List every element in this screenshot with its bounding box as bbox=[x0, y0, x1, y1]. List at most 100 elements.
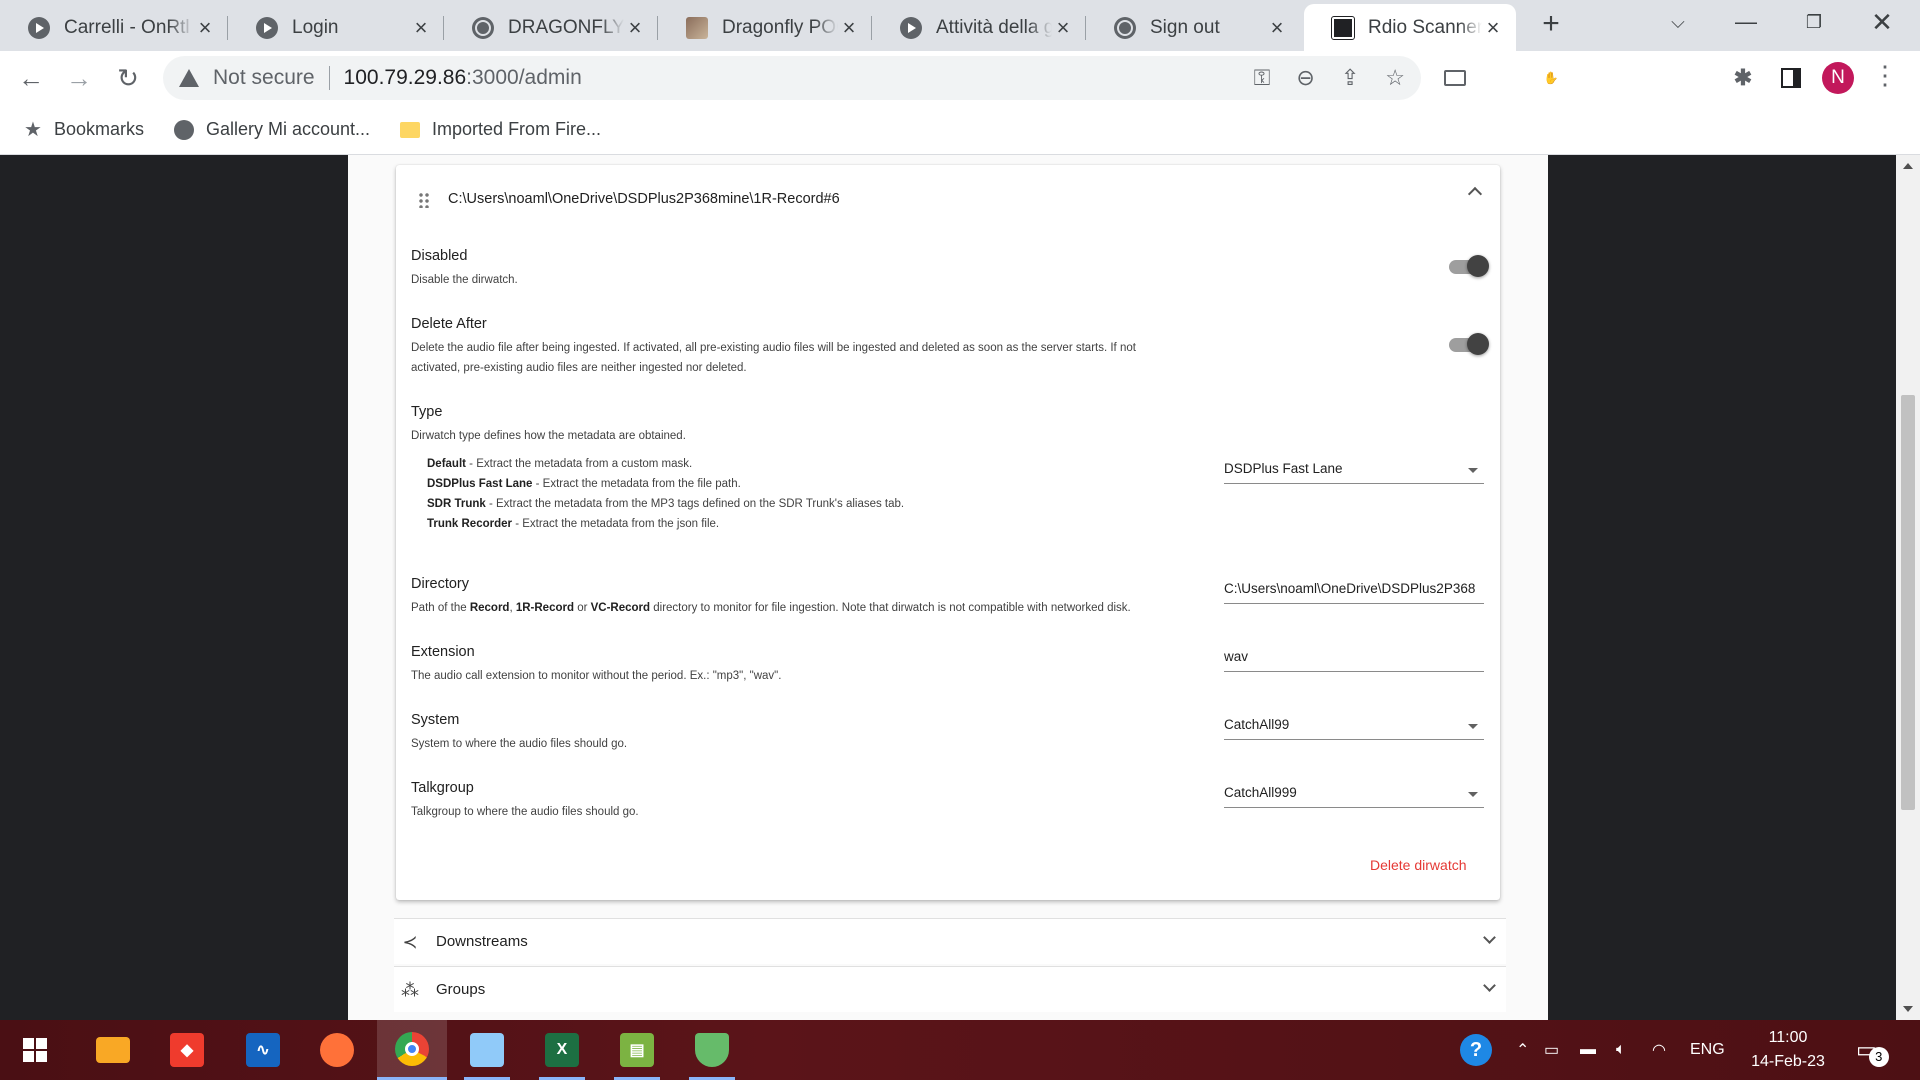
system-select-value: CatchAll99 bbox=[1224, 717, 1290, 732]
tab-attivita[interactable]: Attività della gi × bbox=[872, 4, 1086, 51]
zoom-icon[interactable]: ⊖ bbox=[1296, 65, 1314, 91]
disabled-toggle[interactable] bbox=[1449, 255, 1489, 277]
bookmarks-bar: ★ Bookmarks Gallery Mi account... Import… bbox=[0, 105, 1920, 155]
type-label: Type bbox=[411, 404, 443, 420]
tab-rdio-scanner[interactable]: Rdio Scanner × bbox=[1304, 4, 1516, 51]
close-icon[interactable]: × bbox=[1052, 15, 1074, 41]
help-icon[interactable]: ? bbox=[1460, 1020, 1492, 1080]
restore-icon[interactable]: ❐ bbox=[1780, 0, 1848, 44]
tab-title: Sign out bbox=[1150, 16, 1220, 38]
groups-section[interactable]: ⁂ Groups bbox=[394, 966, 1506, 1012]
volume-icon[interactable]: 🔈︎ bbox=[1616, 1020, 1626, 1080]
new-tab-button[interactable]: + bbox=[1535, 8, 1567, 40]
tab-title: Attività della gi bbox=[936, 16, 1052, 38]
battery-icon[interactable]: ▬ bbox=[1580, 1020, 1596, 1080]
toggle-knob bbox=[1467, 333, 1489, 355]
forward-arrow-icon[interactable]: → bbox=[62, 61, 96, 95]
close-icon[interactable]: × bbox=[1482, 15, 1504, 41]
wifi-icon[interactable]: ◠ bbox=[1652, 1020, 1666, 1080]
directory-desc-b: directory to monitor for file ingestion.… bbox=[650, 602, 1131, 614]
dirwatch-header[interactable]: C:\Users\noaml\OneDrive\DSDPlus2P368mine… bbox=[396, 165, 1500, 229]
extensions-puzzle-icon[interactable]: ✱ bbox=[1728, 63, 1758, 93]
close-icon[interactable]: × bbox=[410, 15, 432, 41]
tab-carrelli[interactable]: Carrelli - OnRtl × bbox=[0, 4, 228, 51]
directory-input-value: C:\Users\noaml\OneDrive\DSDPlus2P368 bbox=[1224, 581, 1476, 596]
share-icon[interactable]: ⇪ bbox=[1341, 65, 1359, 91]
extension-input-value: wav bbox=[1224, 649, 1249, 664]
bookmark-imported[interactable]: Imported From Fire... bbox=[400, 119, 601, 140]
bookmark-gallery[interactable]: Gallery Mi account... bbox=[173, 119, 370, 140]
type-desc: Dirwatch type defines how the metadata a… bbox=[411, 430, 686, 442]
star-icon: ★ bbox=[24, 119, 42, 141]
key-icon[interactable]: ⚿ bbox=[1254, 65, 1271, 91]
back-arrow-icon[interactable]: ← bbox=[14, 61, 48, 95]
file-explorer-icon[interactable] bbox=[78, 1020, 148, 1080]
address-bar[interactable]: Not secure 100.79.29.86:3000/admin ⚿ ⊖ ⇪… bbox=[163, 56, 1421, 100]
tray-chevron-icon[interactable]: ⌃ bbox=[1516, 1020, 1529, 1080]
option-text: - Extract the metadata from the MP3 tags… bbox=[485, 498, 905, 510]
dirwatch-path: C:\Users\noaml\OneDrive\DSDPlus2P368mine… bbox=[448, 191, 840, 207]
delete-after-desc-2: activated, pre-existing audio files are … bbox=[411, 362, 747, 374]
close-icon[interactable]: × bbox=[838, 15, 860, 41]
delete-dirwatch-button[interactable]: Delete dirwatch bbox=[1370, 857, 1467, 873]
app-chart-icon[interactable]: ∿ bbox=[228, 1020, 298, 1080]
system-select[interactable]: CatchAll99 bbox=[1224, 712, 1484, 740]
language-indicator[interactable]: ENG bbox=[1690, 1020, 1725, 1080]
page-scrollbar[interactable] bbox=[1896, 155, 1920, 1020]
tab-title: Carrelli - OnRtl bbox=[64, 16, 190, 38]
close-icon[interactable]: × bbox=[1266, 15, 1288, 41]
reload-icon[interactable]: ↻ bbox=[111, 61, 145, 95]
type-option-sdr-trunk: SDR Trunk - Extract the metadata from th… bbox=[427, 494, 904, 514]
downstreams-section[interactable]: ≺ Downstreams bbox=[394, 918, 1506, 964]
close-icon[interactable]: × bbox=[194, 15, 216, 41]
security-label: Not secure bbox=[213, 66, 315, 89]
notepad-chart-icon[interactable]: ▤ bbox=[602, 1020, 672, 1080]
shield-check-icon[interactable]: ✓ bbox=[1680, 63, 1710, 93]
disabled-row: Disabled Disable the dirwatch. bbox=[411, 248, 1489, 290]
tab-login[interactable]: Login × bbox=[228, 4, 444, 51]
tab-dragonfly-poc[interactable]: Dragonfly POC × bbox=[658, 4, 872, 51]
scrollbar-thumb[interactable] bbox=[1901, 395, 1915, 810]
start-icon[interactable] bbox=[0, 1020, 70, 1080]
scroll-down-icon[interactable] bbox=[1903, 1006, 1913, 1012]
delete-after-desc-1: Delete the audio file after being ingest… bbox=[411, 342, 1136, 354]
toggle-knob bbox=[1467, 255, 1489, 277]
side-panel-icon[interactable] bbox=[1776, 63, 1806, 93]
minimize-icon[interactable]: — bbox=[1712, 0, 1780, 44]
anydesk-icon[interactable]: ◆ bbox=[152, 1020, 222, 1080]
system-clock[interactable]: 11:00 14-Feb-23 bbox=[1740, 1026, 1836, 1074]
tab-sign-out[interactable]: Sign out × bbox=[1086, 4, 1300, 51]
bookmark-bookmarks[interactable]: ★ Bookmarks bbox=[24, 117, 144, 142]
new-badge-icon[interactable]: NEW bbox=[1632, 63, 1662, 93]
scroll-up-icon[interactable] bbox=[1903, 163, 1913, 169]
chrome-icon[interactable] bbox=[377, 1020, 447, 1080]
adblock-plus-icon[interactable]: ABP bbox=[1488, 63, 1518, 93]
bookmark-star-icon[interactable]: ☆ bbox=[1385, 65, 1405, 91]
puzzle-blocks-icon[interactable]: ▦ bbox=[1584, 63, 1614, 93]
extension-input[interactable]: wav bbox=[1224, 644, 1484, 672]
security-shield-icon[interactable] bbox=[677, 1020, 747, 1080]
excel-icon[interactable]: X bbox=[527, 1020, 597, 1080]
remote-desktop-icon[interactable] bbox=[452, 1020, 522, 1080]
globe-icon bbox=[472, 16, 494, 39]
directory-vc-record: VC-Record bbox=[590, 602, 651, 614]
notifications-icon[interactable]: ▭ 3 bbox=[1856, 1020, 1889, 1080]
talkgroup-select[interactable]: CatchAll999 bbox=[1224, 780, 1484, 808]
chevron-up-icon[interactable] bbox=[1467, 186, 1483, 202]
type-select[interactable]: DSDPlus Fast Lane bbox=[1224, 456, 1484, 484]
tab-dragonfly-c[interactable]: DRAGONFLY C × bbox=[444, 4, 658, 51]
firefox-icon[interactable] bbox=[302, 1020, 372, 1080]
tab-search-icon[interactable]: ⌵ bbox=[1644, 0, 1712, 44]
option-name: Trunk Recorder bbox=[427, 518, 512, 530]
kebab-menu-icon[interactable]: ⋮ bbox=[1872, 60, 1898, 91]
stop-hand-icon[interactable]: ✋ bbox=[1536, 63, 1566, 93]
profile-avatar[interactable]: N bbox=[1822, 62, 1854, 94]
window-close-icon[interactable]: ✕ bbox=[1848, 0, 1916, 44]
directory-input[interactable]: C:\Users\noaml\OneDrive\DSDPlus2P368 bbox=[1224, 576, 1484, 604]
close-icon[interactable]: × bbox=[624, 15, 646, 41]
network-monitor-icon[interactable]: ▭ bbox=[1544, 1020, 1559, 1080]
option-text: - Extract the metadata from the json fil… bbox=[512, 518, 720, 530]
drag-handle-icon[interactable] bbox=[418, 192, 430, 208]
cast-icon[interactable] bbox=[1440, 63, 1470, 93]
delete-after-toggle[interactable] bbox=[1449, 333, 1489, 355]
